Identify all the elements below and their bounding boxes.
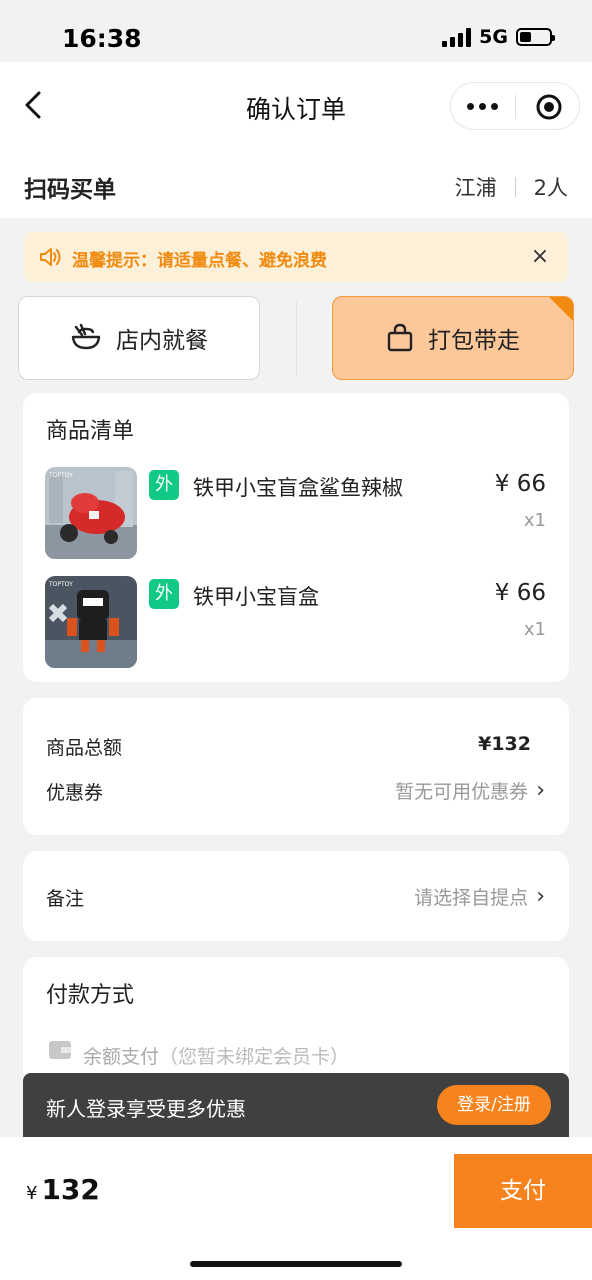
- total-value: ¥132: [478, 733, 531, 755]
- product-quantity: x1: [523, 619, 546, 640]
- store-info: 江浦 2人: [455, 172, 568, 202]
- remark-value: 请选择自提点: [414, 887, 529, 909]
- balance-label: 余额支付: [83, 1046, 160, 1068]
- takeaway-option[interactable]: 打包带走: [332, 296, 574, 380]
- status-indicators: 5G: [442, 26, 555, 48]
- takeaway-label: 打包带走: [428, 328, 520, 354]
- order-total: ¥ 132: [26, 1173, 100, 1206]
- balance-payment-option[interactable]: 余额支付 （您暂未绑定会员卡）: [83, 1042, 349, 1069]
- takeaway-tag: 外: [149, 579, 179, 609]
- svg-text:TOPTOY: TOPTOY: [48, 472, 73, 479]
- remark-selector[interactable]: 请选择自提点 ›: [414, 883, 545, 910]
- product-price: ¥ 66: [494, 580, 546, 606]
- remark-card: 备注 请选择自提点 ›: [23, 851, 569, 941]
- remark-label: 备注: [46, 888, 85, 910]
- home-indicator: [190, 1261, 402, 1267]
- chevron-right-icon: ›: [536, 778, 545, 803]
- items-card: 商品清单 TOPTOY 外 铁甲小宝盲盒鲨鱼辣椒 ¥ 66 x1 TOPTOY …: [23, 393, 569, 682]
- product-quantity: x1: [523, 510, 546, 531]
- svg-text:TOPTOY: TOPTOY: [48, 581, 73, 588]
- selected-corner-mark: [549, 297, 573, 321]
- checkout-bar: ¥ 132 支付: [0, 1137, 592, 1280]
- items-title: 商品清单: [46, 419, 135, 444]
- coupon-selector[interactable]: 暂无可用优惠券 ›: [395, 777, 545, 804]
- wallet-icon: [49, 1041, 71, 1059]
- close-miniapp-icon[interactable]: [535, 93, 563, 121]
- order-type-title: 扫码买单: [24, 177, 116, 203]
- network-type: 5G: [479, 26, 508, 48]
- login-promo-text: 新人登录享受更多优惠: [46, 1097, 246, 1121]
- coupon-value: 暂无可用优惠券: [395, 781, 529, 803]
- tip-text: 温馨提示：请适量点餐、避免浪费: [72, 251, 327, 271]
- battery-icon: [516, 28, 555, 46]
- more-dots-icon[interactable]: [467, 97, 501, 115]
- payment-card: 付款方式 余额支付 （您暂未绑定会员卡）: [23, 957, 569, 1073]
- product-name: 铁甲小宝盲盒: [193, 585, 319, 609]
- chevron-right-icon: ›: [536, 884, 545, 909]
- signal-icon: [442, 27, 472, 47]
- total-currency: ¥: [26, 1183, 38, 1204]
- tip-close-button[interactable]: ×: [528, 242, 552, 272]
- total-label: 商品总额: [46, 737, 123, 759]
- payment-title: 付款方式: [46, 983, 135, 1008]
- product-image: TOPTOY: [45, 576, 137, 668]
- nav-bar: 确认订单: [0, 62, 592, 152]
- speaker-icon: [40, 248, 61, 266]
- bag-icon: [387, 323, 413, 352]
- product-name: 铁甲小宝盲盒鲨鱼辣椒: [193, 476, 403, 500]
- order-header: 扫码买单 江浦 2人: [0, 152, 592, 218]
- summary-card: 商品总额 ¥132 优惠券 暂无可用优惠券 ›: [23, 698, 569, 835]
- pay-button[interactable]: 支付: [454, 1154, 592, 1228]
- store-name: 江浦: [454, 176, 497, 200]
- status-time: 16:38: [62, 24, 142, 53]
- dine-in-option[interactable]: 店内就餐: [18, 296, 260, 380]
- product-price: ¥ 66: [494, 471, 546, 497]
- login-register-button[interactable]: 登录/注册: [437, 1085, 551, 1125]
- balance-note: （您暂未绑定会员卡）: [159, 1046, 350, 1068]
- miniapp-capsule: [450, 82, 580, 130]
- login-banner: 新人登录享受更多优惠 登录/注册: [23, 1073, 569, 1137]
- tip-banner: 温馨提示：请适量点餐、避免浪费 ×: [24, 232, 568, 282]
- total-amount: 132: [41, 1173, 100, 1206]
- bowl-icon: [71, 323, 101, 350]
- takeaway-tag: 外: [149, 470, 179, 500]
- coupon-label: 优惠券: [46, 782, 104, 804]
- dine-in-label: 店内就餐: [116, 328, 208, 354]
- product-image: TOPTOY: [45, 467, 137, 559]
- people-count: 2人: [533, 176, 568, 200]
